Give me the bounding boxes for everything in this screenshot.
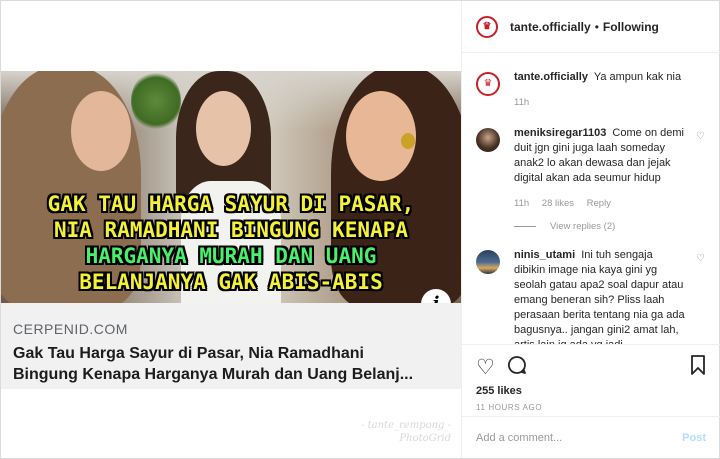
logo-icon: ♛: [483, 78, 493, 89]
comment-like-heart-icon[interactable]: ♡: [696, 132, 706, 142]
bookmark-icon[interactable]: [690, 355, 706, 379]
following-button[interactable]: Following: [603, 20, 659, 34]
earring: [401, 133, 415, 149]
comment-time: 11h: [514, 97, 530, 108]
view-replies-button[interactable]: View replies (2): [514, 221, 706, 232]
comment-item: ninis_utami Ini tuh sengaja dibikin imag…: [476, 248, 706, 344]
add-comment-input[interactable]: [476, 431, 683, 444]
caption-line-3: HARGANYA MURAH DAN UANG: [85, 244, 377, 268]
woman-center-face: [196, 91, 251, 166]
likes-count[interactable]: 255 likes: [476, 385, 706, 397]
view-replies-label: View replies (2): [550, 221, 616, 232]
watermark-line-2: PhotoGrid: [399, 433, 451, 444]
comment-username[interactable]: meniksiregar1103: [514, 127, 606, 139]
comment-text: Ya ampun kak nia: [593, 71, 682, 83]
link-domain: CERPENID.COM: [13, 321, 128, 337]
post-media: GAK TAU HARGA SAYUR DI PASAR, NIA RAMADH…: [1, 1, 461, 458]
comment-time: 11h: [514, 198, 530, 209]
post-photo[interactable]: GAK TAU HARGA SAYUR DI PASAR, NIA RAMADH…: [1, 71, 461, 303]
comment-meta: 11h: [514, 95, 686, 110]
comment-body: ninis_utami Ini tuh sengaja dibikin imag…: [514, 248, 706, 344]
image-caption: GAK TAU HARGA SAYUR DI PASAR, NIA RAMADH…: [1, 191, 461, 295]
post-actions: ♡ 255 likes 11 HOURS AGO: [462, 344, 720, 416]
comment-likes[interactable]: 28 likes: [542, 198, 574, 209]
comment-body: tante.officially Ya ampun kak nia 11h: [514, 70, 706, 110]
reply-button[interactable]: Reply: [587, 198, 611, 209]
post-side-panel: ♛ tante.officially • Following ♛ tante.o…: [461, 1, 720, 458]
caption-line-2: NIA RAMADHANI BINGUNG KENAPA: [53, 218, 408, 242]
action-bar: ♡: [476, 353, 706, 381]
link-title-line-2: Bingung Kenapa Harganya Murah dan Uang B…: [13, 366, 414, 383]
like-heart-icon[interactable]: ♡: [476, 357, 495, 378]
replies-divider: [514, 226, 536, 227]
link-title: Gak Tau Harga Sayur di Pasar, Nia Ramadh…: [13, 343, 453, 385]
avatar[interactable]: [476, 250, 500, 274]
post-button[interactable]: Post: [682, 432, 706, 444]
comments-list[interactable]: ♛ tante.officially Ya ampun kak nia 11h …: [462, 54, 720, 344]
comment-body: meniksiregar1103 Come on demi duit jgn g…: [514, 126, 706, 211]
post-timestamp: 11 HOURS AGO: [476, 403, 543, 412]
avatar[interactable]: ♛: [476, 15, 498, 38]
link-title-line-1: Gak Tau Harga Sayur di Pasar, Nia Ramadh…: [13, 345, 364, 362]
comment-text: Ini tuh sengaja dibikin image nia kaya g…: [514, 249, 685, 344]
logo-icon: ♛: [482, 20, 492, 32]
comment-meta: 11h 28 likes Reply: [514, 196, 686, 211]
comment-username[interactable]: tante.officially: [514, 71, 588, 83]
caption-line-4: BELANJANYA GAK ABIS-ABIS: [79, 270, 383, 294]
comment-bubble-icon[interactable]: [507, 355, 527, 379]
woman-left-face: [71, 91, 131, 171]
watermark: - tante_rempong - PhotoGrid: [341, 419, 451, 445]
comment-like-heart-icon[interactable]: ♡: [696, 254, 706, 264]
watermark-line-1: - tante_rempong -: [361, 420, 451, 431]
post-header: ♛ tante.officially • Following: [462, 1, 720, 53]
comment-username[interactable]: ninis_utami: [514, 249, 575, 261]
caption-line-1: GAK TAU HARGA SAYUR DI PASAR,: [47, 192, 415, 216]
comment-item: ♛ tante.officially Ya ampun kak nia 11h: [476, 70, 706, 110]
photo-plant: [131, 71, 181, 131]
header-username[interactable]: tante.officially: [510, 20, 591, 34]
avatar[interactable]: ♛: [476, 72, 500, 96]
link-preview-card[interactable]: CERPENID.COM Gak Tau Harga Sayur di Pasa…: [1, 303, 461, 389]
comment-item: meniksiregar1103 Come on demi duit jgn g…: [476, 126, 706, 211]
add-comment-bar: Post: [462, 416, 720, 458]
avatar[interactable]: [476, 128, 500, 152]
header-separator: •: [594, 19, 599, 34]
